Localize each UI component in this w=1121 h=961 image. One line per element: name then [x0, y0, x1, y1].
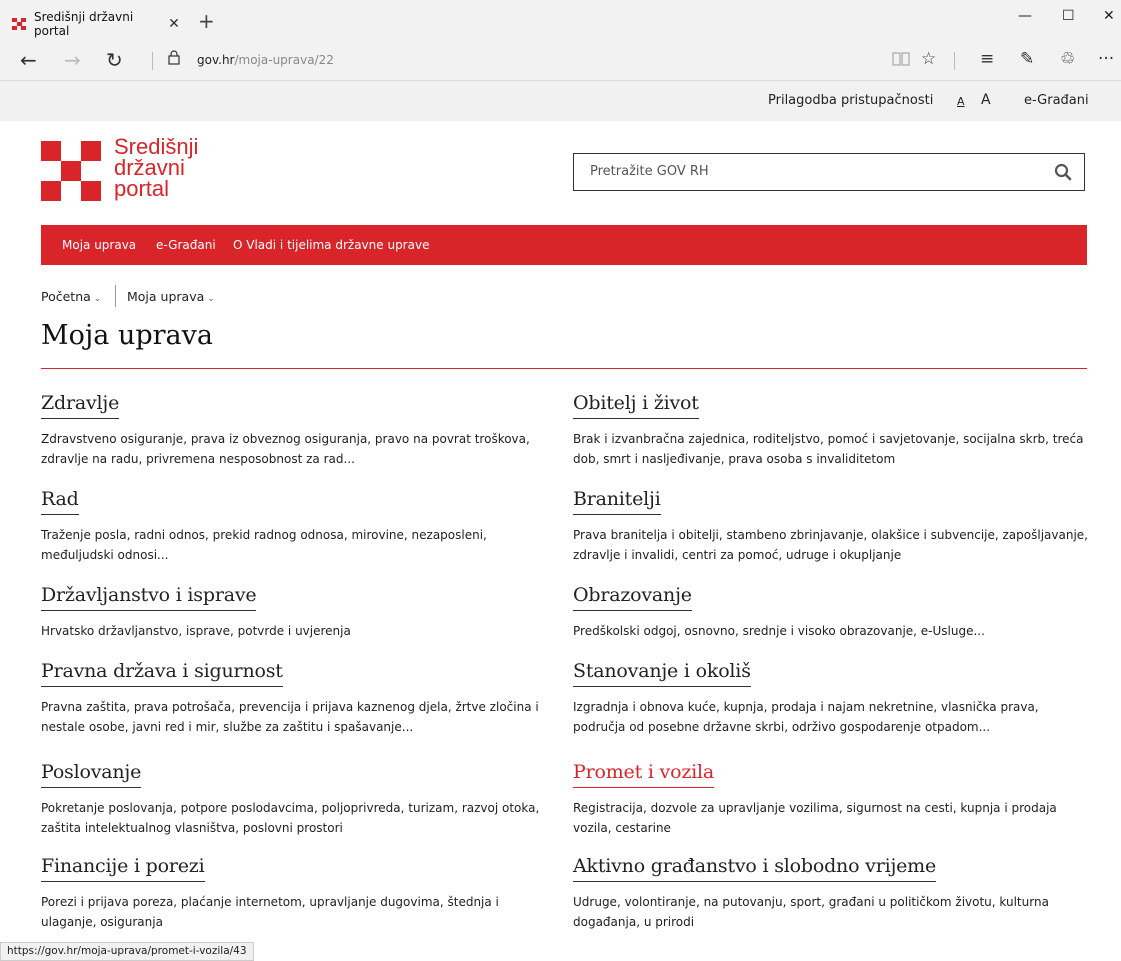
logo-line-1: Središnji: [114, 134, 199, 159]
category-link[interactable]: Državljanstvo i isprave: [41, 584, 257, 611]
title-divider: [41, 368, 1087, 369]
breadcrumb-divider: [115, 285, 116, 307]
category-poslovanje: Poslovanje Pokretanje poslovanja, potpor…: [41, 761, 556, 838]
utility-bar: Prilagodba pristupačnosti A A e-Građani: [0, 81, 1121, 121]
search-input[interactable]: [588, 163, 1052, 180]
category-branitelji: Branitelji Prava branitelja i obitelji, …: [573, 488, 1088, 565]
category-description: Udruge, volontiranje, na putovanju, spor…: [573, 895, 1049, 929]
main-navigation: Moja uprava e-Građani O Vladi i tijelima…: [41, 225, 1087, 265]
url-host: gov.hr: [197, 53, 235, 67]
font-large-button[interactable]: A: [981, 92, 991, 108]
tab-close-icon[interactable]: ✕: [164, 16, 184, 32]
category-zdravlje: Zdravlje Zdravstveno osiguranje, prava i…: [41, 392, 556, 469]
search-box: [573, 153, 1085, 191]
address-field[interactable]: gov.hr/moja-uprava/22: [197, 53, 334, 67]
lock-icon: [168, 50, 180, 69]
category-obrazovanje: Obrazovanje Predškolski odgoj, osnovno, …: [573, 584, 1088, 641]
toolbar-divider: [954, 52, 955, 70]
category-description: Hrvatsko državljanstvo, isprave, potvrde…: [41, 624, 351, 638]
toolbar-divider: [152, 52, 153, 70]
category-drzavljanstvo: Državljanstvo i isprave Hrvatsko državlj…: [41, 584, 556, 641]
category-link-hovered[interactable]: Promet i vozila: [573, 761, 714, 788]
category-description: Prava branitelja i obitelji, stambeno zb…: [573, 528, 1088, 562]
category-description: Pokretanje poslovanja, potpore poslodavc…: [41, 801, 540, 835]
web-note-icon[interactable]: ✎: [1020, 49, 1034, 69]
maximize-button[interactable]: ☐: [1062, 8, 1075, 24]
category-link[interactable]: Rad: [41, 488, 79, 515]
browser-tab[interactable]: Središnji državni portal ✕: [0, 8, 190, 40]
category-aktivno-gradjanstvo: Aktivno građanstvo i slobodno vrijeme Ud…: [573, 855, 1088, 932]
category-link[interactable]: Stanovanje i okoliš: [573, 660, 751, 687]
category-description: Porezi i prijava poreza, plaćanje intern…: [41, 895, 499, 929]
nav-o-vladi[interactable]: O Vladi i tijelima državne uprave: [233, 238, 429, 252]
tab-title: Središnji državni portal: [34, 10, 134, 38]
chevron-down-icon: ⌄: [93, 294, 102, 304]
egradjani-link[interactable]: e-Građani: [1024, 93, 1089, 108]
search-icon[interactable]: [1054, 163, 1072, 181]
category-pravna-drzava: Pravna država i sigurnost Pravna zaštita…: [41, 660, 556, 737]
category-link[interactable]: Zdravlje: [41, 392, 119, 419]
breadcrumb-current[interactable]: Moja uprava ⌄: [127, 289, 215, 304]
url-path: /moja-uprava/22: [234, 53, 334, 67]
category-link[interactable]: Obrazovanje: [573, 584, 692, 611]
category-description: Izgradnja i obnova kuće, kupnja, prodaja…: [573, 700, 1039, 734]
nav-e-gradjani[interactable]: e-Građani: [156, 238, 216, 252]
site-favicon-icon: [12, 18, 26, 30]
category-link[interactable]: Financije i porezi: [41, 855, 205, 882]
forward-button[interactable]: →: [64, 48, 81, 72]
minimize-button[interactable]: —: [1018, 8, 1032, 24]
share-icon[interactable]: ♲: [1060, 49, 1075, 69]
logo-line-3: portal: [114, 176, 170, 201]
category-rad: Rad Traženje posla, radni odnos, prekid …: [41, 488, 556, 565]
more-icon[interactable]: ···: [1098, 49, 1114, 69]
refresh-button[interactable]: ↻: [106, 48, 123, 72]
category-link[interactable]: Pravna država i sigurnost: [41, 660, 283, 687]
category-description: Zdravstveno osiguranje, prava iz obvezno…: [41, 432, 530, 466]
browser-tabstrip: Središnji državni portal ✕ + — ☐ ✕: [0, 0, 1121, 40]
favorite-star-icon[interactable]: ☆: [921, 49, 936, 69]
new-tab-button[interactable]: +: [198, 9, 215, 33]
portal-logo-text[interactable]: Središnji državni portal: [114, 134, 199, 201]
accessibility-link[interactable]: Prilagodba pristupačnosti: [768, 93, 933, 108]
category-link[interactable]: Obitelj i život: [573, 392, 699, 419]
window-close-button[interactable]: ✕: [1103, 8, 1115, 24]
logo-line-2: državni: [114, 155, 185, 180]
category-link[interactable]: Aktivno građanstvo i slobodno vrijeme: [573, 855, 936, 882]
status-url-bar: https://gov.hr/moja-uprava/promet-i-vozi…: [0, 942, 254, 961]
back-button[interactable]: ←: [20, 48, 37, 72]
browser-addressbar: ← → ↻ gov.hr/moja-uprava/22 ☆ ≡ ✎ ♲ ···: [0, 40, 1121, 81]
category-description: Brak i izvanbračna zajednica, roditeljst…: [573, 432, 1084, 466]
category-description: Predškolski odgoj, osnovno, srednje i vi…: [573, 624, 985, 638]
category-link[interactable]: Poslovanje: [41, 761, 141, 788]
hub-icon[interactable]: ≡: [980, 49, 994, 69]
category-link[interactable]: Branitelji: [573, 488, 661, 515]
font-small-button[interactable]: A: [957, 95, 965, 108]
category-promet: Promet i vozila Registracija, dozvole za…: [573, 761, 1088, 838]
page-title: Moja uprava: [41, 320, 213, 351]
nav-moja-uprava[interactable]: Moja uprava: [62, 238, 136, 252]
chevron-down-icon: ⌄: [207, 294, 215, 304]
breadcrumb-home[interactable]: Početna ⌄: [41, 289, 101, 304]
category-description: Registracija, dozvole za upravljanje voz…: [573, 801, 1057, 835]
category-obitelj: Obitelj i život Brak i izvanbračna zajed…: [573, 392, 1088, 469]
reading-view-icon[interactable]: [892, 51, 910, 71]
portal-logo-icon[interactable]: [41, 141, 101, 201]
category-description: Traženje posla, radni odnos, prekid radn…: [41, 528, 487, 562]
category-description: Pravna zaštita, prava potrošača, prevenc…: [41, 700, 539, 734]
category-financije: Financije i porezi Porezi i prijava pore…: [41, 855, 556, 932]
category-stanovanje: Stanovanje i okoliš Izgradnja i obnova k…: [573, 660, 1088, 737]
